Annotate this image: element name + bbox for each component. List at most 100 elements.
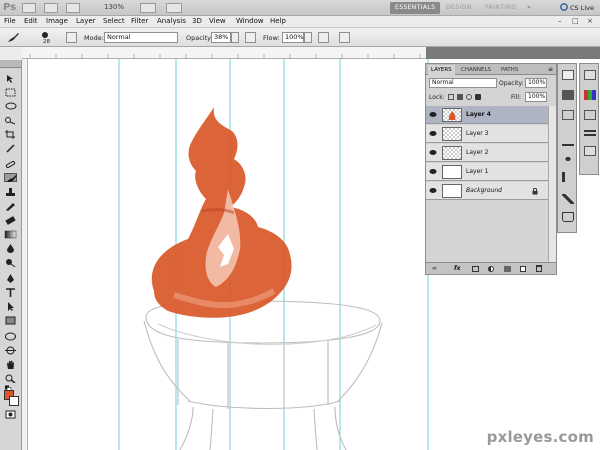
pressure-opacity-icon[interactable]: [245, 32, 256, 43]
menu-layer[interactable]: Layer: [76, 17, 96, 25]
menu-image[interactable]: Image: [46, 17, 68, 25]
zoom-tool-icon[interactable]: [4, 374, 17, 384]
layer-row-layer-4[interactable]: Layer 4: [426, 106, 556, 124]
eraser-tool-icon[interactable]: [4, 216, 17, 225]
lasso-tool-icon[interactable]: [4, 102, 17, 111]
tab-paths[interactable]: PATHS: [498, 65, 521, 75]
quick-selection-tool-icon[interactable]: [4, 116, 17, 125]
lock-image-pixels-icon[interactable]: [457, 94, 463, 100]
opacity-slider-arrow-icon[interactable]: [231, 32, 239, 43]
quick-mask-icon[interactable]: [4, 410, 17, 419]
hand-tool-icon[interactable]: [4, 360, 17, 369]
type-tool-icon[interactable]: [4, 288, 17, 297]
opacity-input[interactable]: 38%: [211, 32, 231, 43]
minimize-button[interactable]: –: [558, 17, 562, 25]
blend-mode-select[interactable]: Normal: [429, 78, 497, 88]
visibility-eye-icon[interactable]: [429, 187, 437, 194]
menu-edit[interactable]: Edit: [24, 17, 38, 25]
workspace-essentials[interactable]: ESSENTIALS: [390, 2, 441, 14]
tab-layers[interactable]: LAYERS: [428, 65, 455, 75]
navigator-icon[interactable]: [562, 90, 574, 100]
zoom-level[interactable]: 130%: [104, 3, 124, 11]
color-icon[interactable]: [584, 70, 596, 80]
visibility-eye-icon[interactable]: [429, 149, 437, 156]
layer-row-layer-3[interactable]: Layer 3: [426, 125, 556, 143]
screen-mode-icon[interactable]: [166, 3, 182, 13]
fx-icon[interactable]: fx: [454, 265, 460, 272]
flow-slider-arrow-icon[interactable]: [304, 32, 312, 43]
workspace-design[interactable]: DESIGN: [441, 2, 477, 14]
tools-panel-header[interactable]: [0, 60, 21, 68]
path-selection-tool-icon[interactable]: [4, 302, 17, 311]
close-button[interactable]: ×: [587, 17, 593, 25]
blur-tool-icon[interactable]: [4, 244, 17, 253]
lock-all-icon[interactable]: [475, 94, 481, 100]
adjustment-icon[interactable]: [488, 266, 494, 272]
clone-source-icon[interactable]: [562, 154, 574, 164]
maximize-button[interactable]: □: [572, 17, 579, 25]
workspace-painting[interactable]: PAINTING: [480, 2, 521, 14]
mini-bridge-icon[interactable]: [44, 3, 58, 13]
airbrush-icon[interactable]: [318, 32, 329, 43]
layers-scrollbar[interactable]: [548, 106, 556, 264]
histogram-icon[interactable]: [562, 70, 574, 80]
dodge-tool-icon[interactable]: [4, 258, 17, 268]
trash-icon[interactable]: [536, 265, 542, 272]
actions-icon[interactable]: [562, 110, 574, 120]
link-icon[interactable]: ∞: [432, 265, 437, 272]
workspace-more[interactable]: »: [522, 2, 536, 14]
3d-orbit-tool-icon[interactable]: [4, 346, 17, 355]
tool-presets-icon[interactable]: [562, 194, 574, 204]
gradient-tool-icon[interactable]: [4, 230, 17, 239]
menu-select[interactable]: Select: [103, 17, 125, 25]
cs-live-button[interactable]: CS Live: [560, 2, 594, 14]
new-layer-icon[interactable]: [520, 266, 526, 272]
horizontal-ruler[interactable]: [22, 47, 426, 59]
arrange-documents-icon[interactable]: [140, 3, 156, 13]
styles-icon[interactable]: [584, 110, 596, 120]
healing-brush-tool-icon[interactable]: [4, 160, 17, 169]
3d-rotate-tool-icon[interactable]: [4, 332, 17, 341]
layer-row-layer-2[interactable]: Layer 2: [426, 144, 556, 162]
mode-select[interactable]: Normal: [104, 32, 178, 43]
brush-presets-icon[interactable]: [562, 136, 574, 146]
menu-view[interactable]: View: [209, 17, 226, 25]
layer-opacity-input[interactable]: 100%: [525, 78, 547, 88]
move-tool-icon[interactable]: [4, 74, 17, 83]
mask-icon[interactable]: [472, 266, 479, 272]
menu-analysis[interactable]: Analysis: [157, 17, 186, 25]
menu-file[interactable]: File: [4, 17, 16, 25]
menu-window[interactable]: Window: [236, 17, 264, 25]
visibility-eye-icon[interactable]: [429, 168, 437, 175]
visibility-eye-icon[interactable]: [429, 111, 437, 118]
pressure-size-icon[interactable]: [339, 32, 350, 43]
clone-stamp-tool-icon[interactable]: [4, 188, 17, 197]
swatches-icon[interactable]: [584, 90, 596, 100]
brush-panel-toggle-icon[interactable]: [66, 32, 77, 43]
flow-input[interactable]: 100%: [282, 32, 304, 43]
layer-row-layer-1[interactable]: Layer 1: [426, 163, 556, 181]
tab-channels[interactable]: CHANNELS: [458, 65, 494, 75]
menu-filter[interactable]: Filter: [131, 17, 148, 25]
visibility-eye-icon[interactable]: [429, 130, 437, 137]
crop-tool-icon[interactable]: [4, 130, 17, 139]
brush-tool-icon[interactable]: [6, 32, 20, 45]
marquee-tool-icon[interactable]: [4, 88, 17, 97]
background-color-swatch[interactable]: [9, 396, 19, 406]
fill-input[interactable]: 100%: [525, 92, 547, 102]
menu-3d[interactable]: 3D: [192, 17, 202, 25]
lock-transparent-pixels-icon[interactable]: [448, 94, 454, 100]
view-extras-icon[interactable]: [66, 3, 80, 13]
group-icon[interactable]: [504, 266, 511, 272]
rectangle-tool-icon[interactable]: [4, 316, 17, 325]
bridge-icon[interactable]: [22, 3, 36, 13]
masks-icon[interactable]: [584, 146, 596, 156]
menu-help[interactable]: Help: [270, 17, 286, 25]
eyedropper-tool-icon[interactable]: [4, 144, 17, 153]
lock-position-icon[interactable]: [466, 94, 472, 100]
brush-tool-active-icon[interactable]: [4, 173, 17, 182]
3d-panel-icon[interactable]: [562, 212, 574, 222]
layer-row-background[interactable]: Background: [426, 182, 556, 200]
panel-menu-icon[interactable]: ≡: [548, 66, 553, 73]
pen-tool-icon[interactable]: [4, 274, 17, 283]
